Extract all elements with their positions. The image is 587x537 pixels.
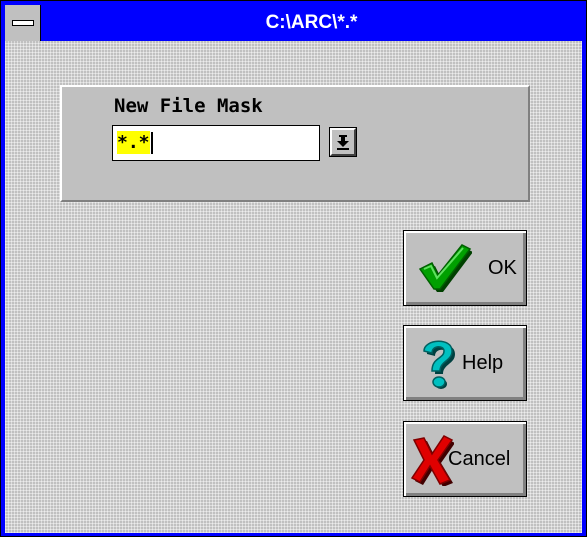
question-mark-icon: [423, 340, 455, 389]
file-mask-group: New File Mask *.*: [60, 85, 530, 202]
dialog-client-area: New File Mask *.* OK Help Cancel: [5, 41, 582, 533]
arrow-down-icon: [337, 135, 349, 150]
help-label: Help: [462, 352, 504, 374]
selected-text: *.*: [117, 131, 150, 154]
ok-label: OK: [488, 257, 517, 279]
dropdown-button[interactable]: [329, 127, 357, 157]
ok-button[interactable]: OK: [403, 230, 527, 306]
title-bar[interactable]: C:\ARC\*.*: [5, 5, 582, 41]
checkmark-icon: [418, 244, 472, 292]
cancel-label: Cancel: [448, 448, 511, 470]
text-caret: [150, 132, 153, 154]
file-mask-input[interactable]: *.*: [112, 125, 320, 161]
window-title: C:\ARC\*.*: [265, 12, 358, 33]
help-button[interactable]: Help: [403, 325, 527, 401]
dialog-window: C:\ARC\*.* New File Mask *.* OK Help Can…: [0, 0, 587, 537]
system-menu-icon: [12, 20, 34, 26]
system-menu-button[interactable]: [5, 5, 41, 41]
cancel-button[interactable]: Cancel: [403, 421, 527, 497]
group-label: New File Mask: [114, 95, 263, 117]
